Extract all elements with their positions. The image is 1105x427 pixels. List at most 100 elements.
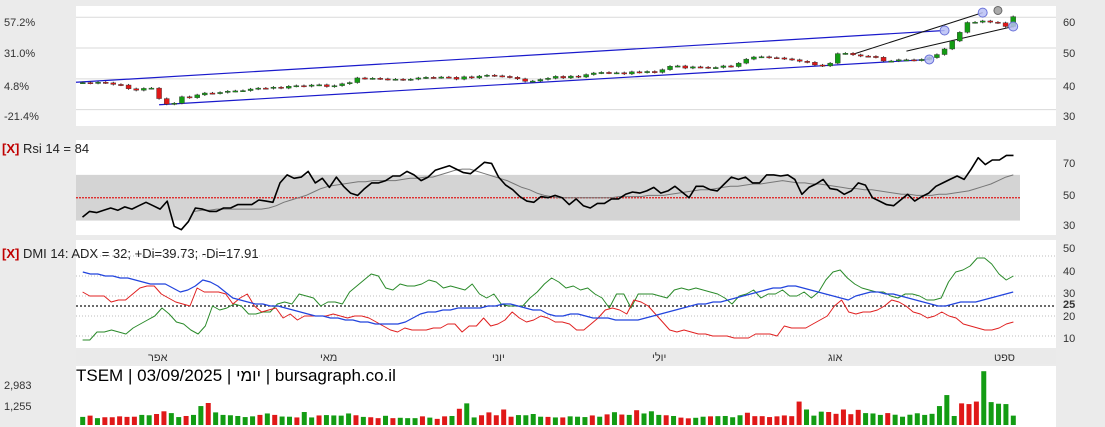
price-candle-11 — [163, 98, 170, 105]
rsi-right-tick-2: 30 — [1063, 220, 1076, 232]
price-candle-22 — [247, 88, 254, 91]
volume-bar-97 — [796, 401, 802, 425]
price-candle-82 — [705, 66, 711, 69]
price-candle-108 — [903, 59, 910, 62]
caption-site: bursagraph.co.il — [274, 366, 396, 385]
price-left-tick-3: -21.4% — [4, 111, 39, 123]
price-candle-51 — [469, 76, 475, 79]
volume-bar-102 — [833, 413, 839, 425]
volume-bar-52 — [464, 403, 470, 425]
price-candle-74 — [644, 71, 650, 73]
volume-bar-60 — [523, 415, 529, 425]
volume-bar-120 — [966, 404, 972, 425]
price-candle-114 — [949, 40, 955, 50]
volume-bar-9 — [146, 415, 152, 425]
price-candle-27 — [286, 86, 292, 89]
volume-bar-103 — [840, 409, 846, 425]
volume-bar-42 — [390, 418, 396, 425]
volume-bar-5 — [117, 416, 123, 425]
month-label-sep: ספט — [994, 352, 1015, 364]
month-label-may: מאי — [320, 352, 338, 364]
volume-bar-68 — [582, 417, 588, 425]
volume-bar-90 — [744, 412, 750, 425]
rsi-close-button[interactable]: [X] — [2, 141, 19, 156]
price-candle-5 — [118, 84, 124, 86]
volume-bar-62 — [538, 416, 544, 425]
price-candle-104 — [873, 56, 879, 58]
volume-bar-88 — [730, 417, 736, 425]
month-axis-bg — [76, 348, 1056, 364]
volume-bar-13 — [176, 417, 182, 425]
volume-bar-53 — [471, 417, 477, 425]
volume-bar-8 — [139, 414, 145, 425]
price-candle-34 — [339, 83, 345, 86]
dmi-close-button[interactable]: [X] — [2, 246, 19, 261]
volume-bar-26 — [272, 414, 278, 425]
price-candle-2 — [95, 82, 101, 84]
volume-bar-44 — [405, 418, 411, 425]
volume-bar-20 — [227, 415, 233, 425]
volume-bar-119 — [959, 403, 965, 425]
price-candle-95 — [804, 61, 810, 63]
price-candle-15 — [194, 94, 200, 98]
volume-bar-7 — [131, 416, 137, 425]
price-candle-28 — [293, 85, 300, 88]
price-candle-23 — [255, 87, 261, 90]
price-candle-35 — [347, 82, 353, 84]
price-candle-76 — [659, 69, 666, 73]
volume-bar-36 — [346, 413, 352, 425]
price-candle-96 — [812, 62, 818, 66]
price-candle-64 — [568, 75, 574, 79]
volume-bar-74 — [626, 414, 632, 425]
volume-bar-104 — [848, 414, 854, 425]
volume-bar-64 — [552, 417, 558, 425]
month-label-aug: אוג — [828, 352, 843, 364]
price-candle-68 — [598, 72, 605, 74]
caption-period: יומי — [236, 366, 262, 385]
volume-bar-1 — [87, 415, 93, 425]
volume-bar-116 — [936, 406, 942, 425]
volume-bar-83 — [693, 417, 699, 425]
price-candle-42 — [400, 78, 406, 81]
volume-bar-34 — [331, 415, 337, 425]
volume-bar-87 — [722, 415, 728, 425]
price-candle-55 — [499, 75, 505, 78]
volume-bar-70 — [597, 416, 603, 425]
price-candle-21 — [240, 90, 246, 92]
price-candle-93 — [789, 58, 795, 61]
chart-root: 57.2% 31.0% 4.8% -21.4% 60 50 40 30 [X] … — [0, 0, 1105, 427]
price-candle-36 — [354, 77, 361, 83]
price-candle-88 — [751, 56, 757, 60]
volume-left-tick-0: 2,983 — [4, 380, 32, 392]
price-candle-63 — [560, 76, 566, 79]
price-candle-19 — [225, 90, 231, 93]
volume-bar-93 — [767, 417, 773, 425]
price-candle-45 — [423, 77, 429, 79]
volume-bar-0 — [80, 416, 86, 425]
price-right-tick-3: 30 — [1063, 111, 1076, 123]
price-candle-24 — [263, 87, 269, 90]
volume-bar-100 — [818, 411, 824, 425]
channel-anchor-3 — [1008, 21, 1019, 32]
volume-bar-115 — [929, 413, 935, 425]
price-candle-38 — [369, 78, 376, 80]
price-candle-44 — [415, 77, 422, 80]
price-candle-81 — [697, 66, 704, 69]
price-candle-106 — [888, 60, 894, 63]
price-candle-86 — [735, 62, 742, 67]
volume-bar-86 — [715, 416, 721, 425]
price-candle-30 — [308, 84, 315, 87]
volume-bar-22 — [242, 417, 248, 425]
volume-bar-28 — [286, 416, 292, 425]
volume-bar-73 — [619, 414, 625, 425]
price-candle-91 — [774, 57, 780, 60]
volume-bar-47 — [427, 417, 433, 425]
price-candle-46 — [430, 77, 437, 79]
price-candle-39 — [377, 78, 383, 80]
price-candle-52 — [476, 75, 483, 79]
volume-bar-98 — [804, 409, 810, 425]
price-left-tick-1: 31.0% — [4, 48, 36, 60]
volume-bar-2 — [94, 418, 100, 425]
price-candle-79 — [682, 65, 688, 69]
volume-bar-4 — [109, 417, 115, 425]
